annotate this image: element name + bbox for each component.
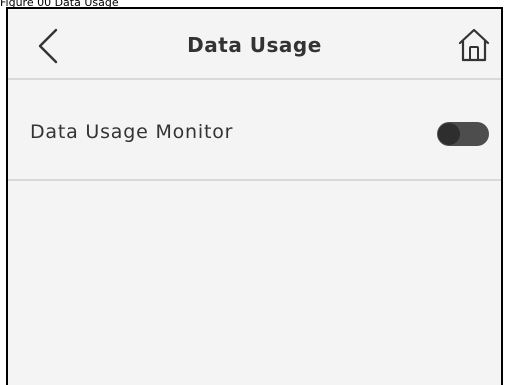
home-button[interactable]	[457, 27, 491, 63]
header-bar: Data Usage	[8, 9, 501, 80]
home-icon	[458, 28, 490, 62]
data-usage-monitor-toggle[interactable]	[437, 122, 489, 146]
data-usage-monitor-row: Data Usage Monitor	[8, 80, 501, 181]
toggle-knob	[438, 123, 460, 145]
page-title: Data Usage	[187, 33, 322, 57]
phone-screen: Data Usage Data Usage Monitor	[6, 7, 503, 385]
data-usage-monitor-label: Data Usage Monitor	[30, 121, 234, 143]
